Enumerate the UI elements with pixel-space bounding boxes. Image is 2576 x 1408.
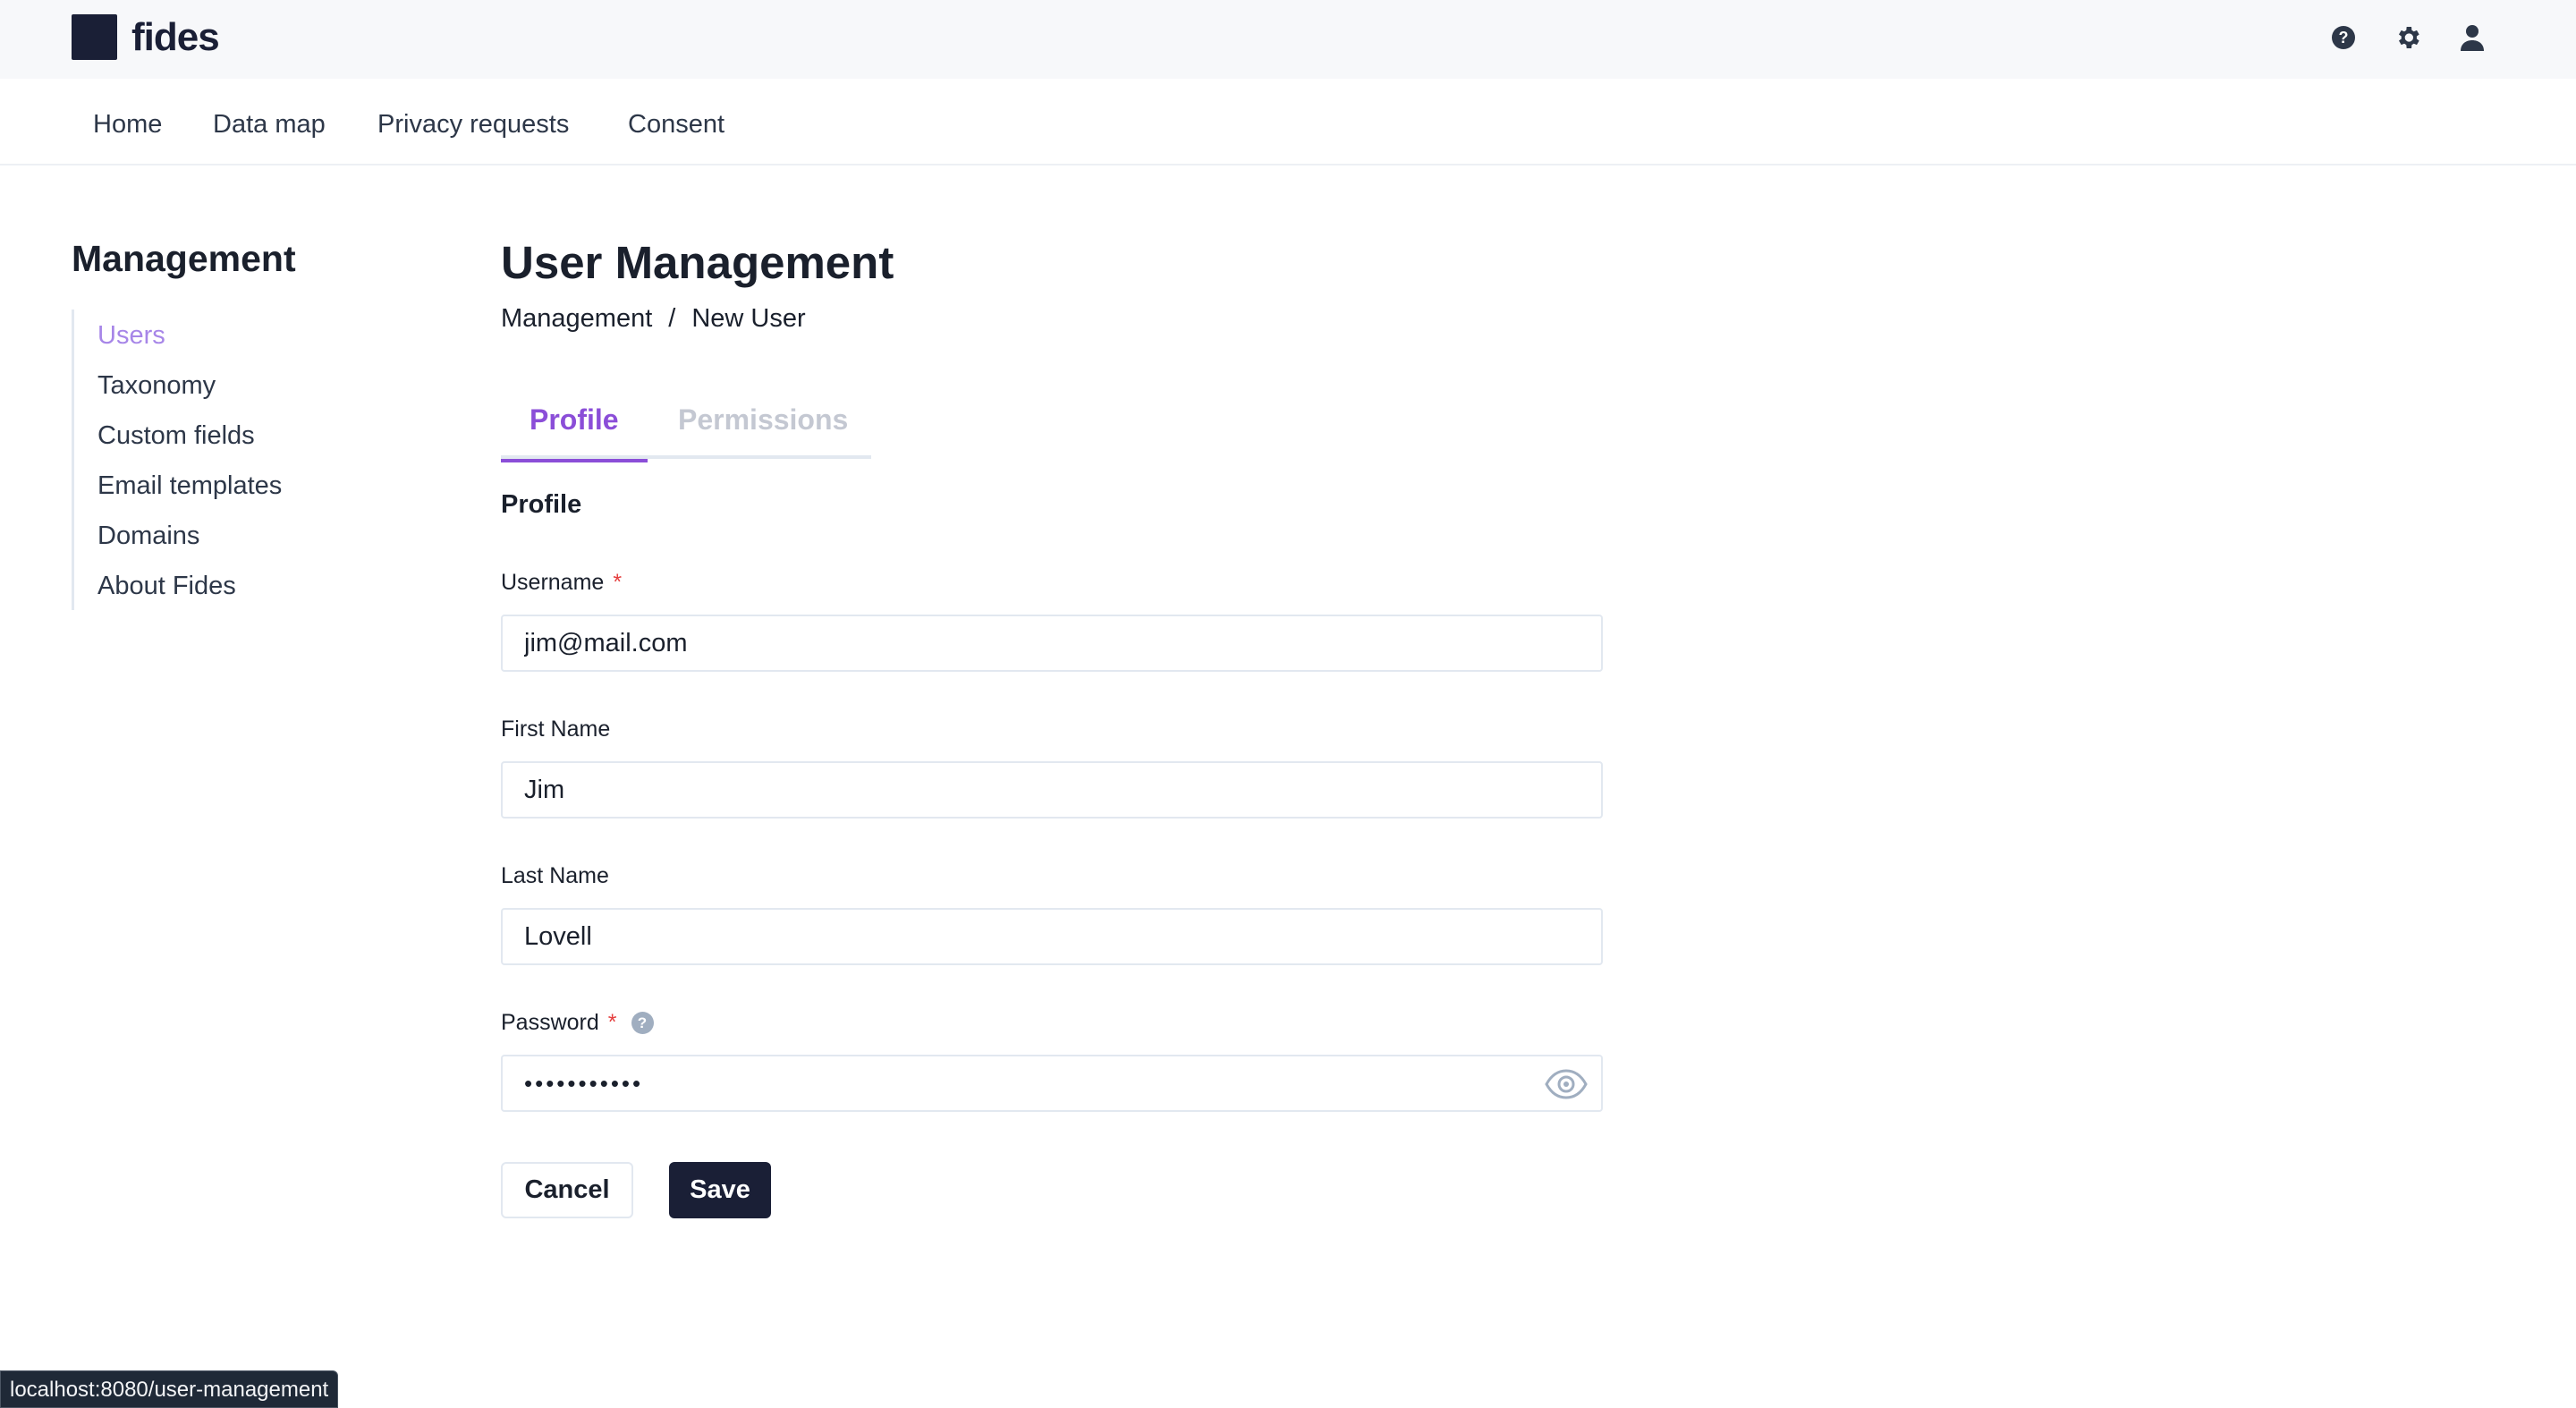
- last-name-input[interactable]: [501, 908, 1603, 965]
- breadcrumb-current: New User: [691, 304, 806, 333]
- help-icon[interactable]: ?: [2329, 20, 2358, 55]
- sidebar-item-taxonomy[interactable]: Taxonomy: [97, 370, 216, 401]
- tab-profile[interactable]: Profile: [501, 399, 648, 462]
- nav-item-consent[interactable]: Consent: [628, 109, 724, 140]
- password-help-icon[interactable]: ?: [631, 1012, 654, 1034]
- nav-item-privacy-requests[interactable]: Privacy requests: [377, 109, 569, 140]
- last-name-label-text: Last Name: [501, 863, 609, 888]
- svg-text:?: ?: [2339, 29, 2349, 47]
- breadcrumb: Management / New User: [501, 304, 806, 334]
- fides-logo[interactable]: fides: [72, 14, 220, 60]
- sidebar-item-users[interactable]: Users: [97, 320, 165, 351]
- main-nav: Home Data map Privacy requests Consent: [0, 79, 2576, 165]
- sidebar-title: Management: [72, 238, 296, 279]
- cancel-button[interactable]: Cancel: [501, 1162, 633, 1218]
- password-label: Password * ?: [501, 1010, 654, 1036]
- sidebar-item-custom-fields[interactable]: Custom fields: [97, 420, 255, 451]
- top-bar: fides ?: [0, 0, 2576, 79]
- tab-permissions[interactable]: Permissions: [649, 399, 877, 459]
- first-name-label: First Name: [501, 717, 610, 742]
- gear-icon[interactable]: [2394, 20, 2422, 55]
- username-label-text: Username: [501, 570, 605, 595]
- save-button[interactable]: Save: [669, 1162, 771, 1218]
- last-name-label: Last Name: [501, 863, 609, 889]
- username-label: Username *: [501, 570, 622, 596]
- sidebar-item-email-templates[interactable]: Email templates: [97, 471, 282, 501]
- first-name-label-text: First Name: [501, 717, 611, 742]
- breadcrumb-separator: /: [668, 304, 676, 333]
- show-password-icon[interactable]: [1544, 1066, 1589, 1102]
- logo-mark: [72, 14, 117, 60]
- logo-text: fides: [131, 15, 220, 59]
- page-title: User Management: [501, 237, 894, 288]
- breadcrumb-management[interactable]: Management: [501, 304, 652, 334]
- sidebar-item-domains[interactable]: Domains: [97, 521, 199, 551]
- nav-item-data-map[interactable]: Data map: [213, 109, 326, 140]
- sidebar-item-about-fides[interactable]: About Fides: [97, 571, 236, 601]
- user-icon[interactable]: [2458, 20, 2487, 55]
- password-label-text: Password: [501, 1010, 599, 1035]
- top-icons: ?: [2329, 20, 2487, 55]
- tab-list: Profile Permissions: [501, 399, 871, 462]
- first-name-input[interactable]: [501, 761, 1603, 819]
- required-mark: *: [607, 1010, 617, 1035]
- password-input[interactable]: [501, 1055, 1603, 1112]
- sidebar: Users Taxonomy Custom fields Email templ…: [72, 310, 340, 610]
- section-title: Profile: [501, 490, 582, 519]
- status-bar-url: localhost:8080/user-management: [0, 1370, 339, 1408]
- username-input[interactable]: [501, 615, 1603, 672]
- nav-item-home[interactable]: Home: [93, 109, 162, 140]
- required-mark: *: [613, 570, 623, 595]
